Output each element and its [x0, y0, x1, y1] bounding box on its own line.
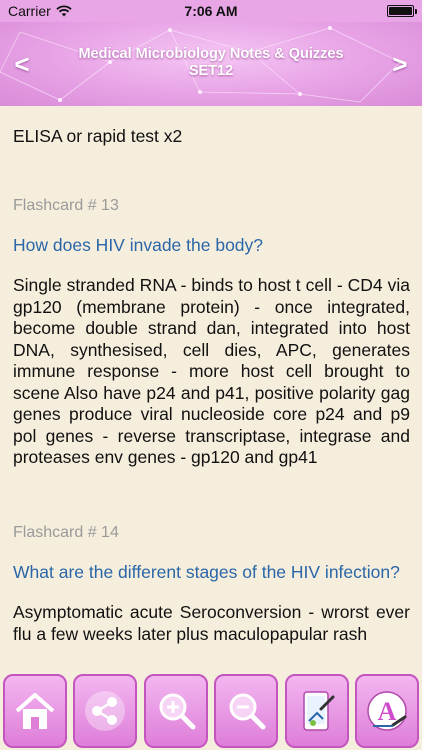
battery-fill [389, 7, 412, 15]
header-title-line1: Medical Microbiology Notes & Quizzes [78, 46, 344, 62]
carrier-label: Carrier [8, 3, 51, 19]
flashcard-number: Flashcard # 14 [13, 523, 119, 541]
status-left: Carrier [8, 3, 72, 19]
font-icon: A [367, 691, 407, 731]
header: < Medical Microbiology Notes & Quizzes S… [0, 22, 422, 106]
svg-text:A: A [378, 697, 397, 726]
status-right [387, 5, 417, 17]
flashcard-question: How does HIV invade the body? [13, 234, 264, 255]
bottom-toolbar: A [0, 672, 422, 750]
header-title: Medical Microbiology Notes & Quizzes SET… [50, 46, 372, 80]
battery-icon [387, 5, 417, 17]
flashcard-answer: Single stranded RNA - binds to host t ce… [13, 275, 410, 467]
theme-button[interactable] [284, 674, 349, 748]
zoom-out-icon [229, 693, 266, 730]
zoom-out-button[interactable] [214, 674, 279, 748]
home-button[interactable] [3, 674, 67, 748]
share-button[interactable] [73, 674, 138, 748]
flashcard-question: What are the different stages of the HIV… [13, 561, 400, 582]
font-button[interactable]: A [354, 674, 419, 748]
flashcard-number: Flashcard # 13 [13, 196, 119, 214]
theme-icon [302, 691, 335, 731]
flashcard-content[interactable]: ELISA or rapid test x2 Flashcard # 13 Ho… [0, 106, 422, 672]
status-bar: Carrier 7:06 AM [0, 0, 422, 22]
next-button[interactable]: > [386, 50, 414, 78]
header-title-line2: SET12 [188, 63, 234, 79]
home-icon [15, 693, 55, 729]
flashcard-answer: Asymptomatic acute Seroconversion - wror… [13, 602, 410, 644]
share-icon [85, 691, 126, 731]
zoom-in-icon [159, 693, 196, 730]
previous-answer-tail: ELISA or rapid test x2 [13, 126, 183, 146]
previous-button[interactable]: < [8, 50, 36, 78]
zoom-in-button[interactable] [143, 674, 208, 748]
wifi-icon [56, 5, 72, 17]
